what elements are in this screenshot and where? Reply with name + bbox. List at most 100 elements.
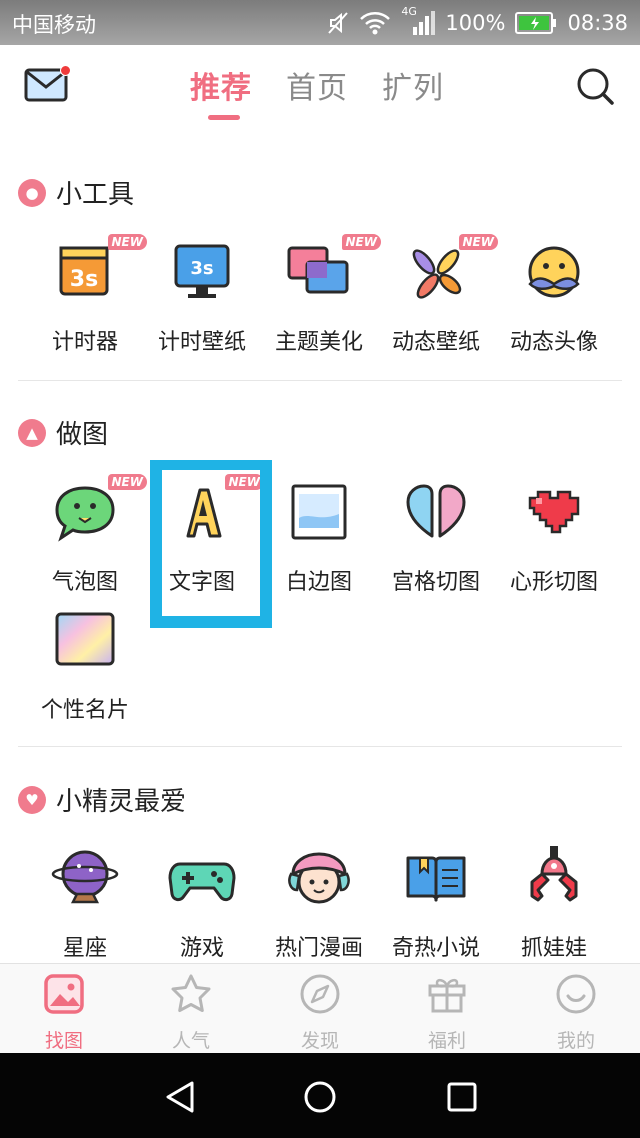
tool-theme[interactable]: NEW 主题美化: [260, 234, 381, 356]
section-divider: [18, 746, 622, 747]
tab-welfare[interactable]: 福利: [397, 972, 497, 1053]
tool-grid-cut[interactable]: 宫格切图: [377, 478, 495, 596]
tool-heart-cut[interactable]: 心形切图: [495, 478, 613, 596]
tab-find-pic[interactable]: 找图: [14, 972, 114, 1053]
tab-recommend[interactable]: 推荐: [190, 63, 252, 107]
tool-label: 计时壁纸: [157, 330, 246, 355]
tool-label: 动态壁纸: [391, 330, 480, 355]
unread-dot: [60, 65, 71, 76]
calendar-timer-icon: 3s NEW: [49, 234, 147, 310]
tab-label: 找图: [44, 1030, 83, 1052]
tool-label: 动态头像: [509, 330, 598, 355]
tool-claw-machine[interactable]: 抓娃娃: [495, 844, 613, 962]
speech-bubble-face-icon: NEW: [49, 474, 147, 550]
flask-icon: ▲: [18, 418, 46, 447]
gamepad-icon: [166, 844, 238, 916]
tab-label: 我的: [556, 1030, 595, 1052]
carrier-name: 中国移动: [12, 13, 96, 37]
crystal-ball-icon: [49, 844, 121, 916]
pixel-heart-icon: [518, 478, 590, 550]
section-favorites-header: ♥ 小精灵最爱: [18, 781, 186, 818]
recents-icon[interactable]: [442, 1077, 482, 1117]
clock: 08:38: [567, 11, 628, 35]
tool-label: 游戏: [179, 936, 224, 961]
tool-horoscope[interactable]: 星座: [26, 844, 144, 962]
section-title: 做图: [56, 420, 109, 450]
search-icon[interactable]: [574, 65, 616, 107]
tab-popular[interactable]: 人气: [141, 972, 241, 1053]
tab-label: 发现: [300, 1030, 339, 1052]
picture-icon: [44, 974, 84, 1014]
tool-live-avatar[interactable]: 动态头像: [495, 238, 613, 356]
tool-label: 热门漫画: [274, 936, 363, 961]
svg-text:3s: 3s: [190, 258, 213, 279]
theme-windows-icon: NEW: [283, 234, 381, 310]
svg-text:3s: 3s: [70, 267, 98, 292]
mustache-face-icon: [518, 238, 590, 310]
status-icons: 4G 100% 08:38: [327, 5, 628, 40]
tool-label: 心形切图: [509, 570, 598, 595]
tool-name-card[interactable]: 个性名片: [26, 606, 144, 724]
tool-label: 计时器: [51, 330, 118, 355]
compass-icon: [300, 974, 340, 1014]
new-badge: NEW: [107, 234, 147, 250]
cartoon-girl-icon: [283, 844, 355, 916]
tool-timer[interactable]: 3s NEW 计时器: [26, 234, 147, 356]
section-tools-header: ● 小工具: [18, 174, 134, 211]
tool-timer-wallpaper[interactable]: 3s 计时壁纸: [143, 238, 261, 356]
section-title: 小精灵最爱: [56, 787, 187, 817]
tab-discover[interactable]: 发现: [270, 972, 370, 1053]
new-badge: NEW: [341, 234, 381, 250]
new-badge: NEW: [458, 234, 498, 250]
system-nav-bar: [0, 1053, 640, 1138]
split-heart-icon: [400, 478, 472, 550]
star-icon: [171, 974, 211, 1012]
app-screen: 中国移动 4G 100% 08:38 推荐 首页 扩列 ● 小工具 3s NEW…: [0, 0, 640, 1138]
tool-comics[interactable]: 热门漫画: [260, 844, 378, 962]
heart-lips-icon: ♥: [18, 785, 46, 814]
tool-white-border[interactable]: 白边图: [260, 478, 378, 596]
rainbow-card-icon: [49, 606, 121, 678]
tool-label: 奇热小说: [391, 936, 480, 961]
section-divider: [18, 380, 622, 381]
top-nav: 推荐 首页 扩列: [0, 45, 640, 125]
active-tab-indicator: [208, 115, 240, 120]
top-tabs: 推荐 首页 扩列: [190, 63, 444, 107]
tool-games[interactable]: 游戏: [143, 844, 261, 962]
home-icon[interactable]: [300, 1077, 340, 1117]
status-bar: 中国移动 4G 100% 08:38: [0, 0, 640, 45]
white-border-picture-icon: [283, 478, 355, 550]
battery-percent: 100%: [445, 11, 506, 35]
back-icon[interactable]: [160, 1077, 200, 1117]
tab-label: 人气: [171, 1030, 210, 1052]
open-book-icon: [400, 844, 472, 916]
gift-icon: [428, 978, 466, 1013]
tool-label: 宫格切图: [391, 570, 480, 595]
section-make-pic-header: ▲ 做图: [18, 414, 108, 451]
tool-label: 抓娃娃: [520, 936, 587, 961]
tab-label: 福利: [427, 1030, 466, 1052]
tool-label: 个性名片: [40, 698, 129, 723]
tool-live-wallpaper[interactable]: NEW 动态壁纸: [377, 234, 498, 356]
mute-icon: [328, 12, 349, 34]
tab-friends[interactable]: 扩列: [382, 63, 444, 107]
smile-icon: [556, 974, 596, 1014]
battery-icon: [515, 12, 557, 34]
pinwheel-icon: NEW: [400, 234, 498, 310]
bottom-tab-bar: 找图 人气 发现 福利 我的: [0, 963, 640, 1053]
tool-label: 星座: [62, 936, 107, 961]
tool-label: 气泡图: [51, 570, 118, 595]
claw-machine-icon: [518, 844, 590, 916]
highlight-box: [150, 460, 272, 628]
tool-bubble-pic[interactable]: NEW 气泡图: [26, 474, 147, 596]
tool-novels[interactable]: 奇热小说: [377, 844, 495, 962]
tool-label: 白边图: [285, 570, 352, 595]
section-title: 小工具: [56, 180, 135, 210]
tab-home[interactable]: 首页: [286, 63, 348, 107]
planet-icon: ●: [18, 178, 46, 207]
tab-mine[interactable]: 我的: [526, 972, 626, 1053]
wifi-icon: [360, 12, 391, 35]
monitor-timer-icon: 3s: [166, 238, 238, 310]
tool-label: 主题美化: [274, 330, 363, 355]
new-badge: NEW: [107, 474, 147, 490]
